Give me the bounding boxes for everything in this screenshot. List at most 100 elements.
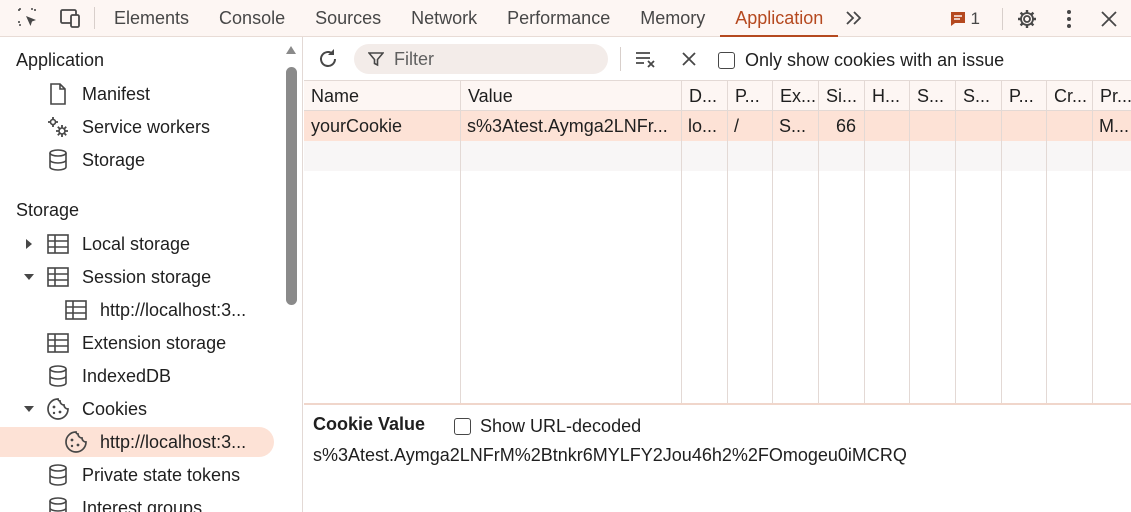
cookie-value-pane: Cookie Value Show URL-decoded s%3Atest.A… — [304, 403, 1131, 512]
database-icon — [46, 148, 70, 172]
sidebar-item-label: Local storage — [82, 233, 191, 254]
sidebar-item-private-state-tokens[interactable]: Private state tokens — [0, 460, 284, 490]
section-title-application: Application — [16, 50, 105, 70]
column-header-domain[interactable]: D... — [681, 81, 727, 111]
cell-size: 66 — [835, 116, 856, 136]
sidebar-item-cookies[interactable]: Cookies — [0, 394, 284, 424]
cell-cross-site — [1046, 111, 1092, 141]
only-issue-checkbox[interactable] — [718, 52, 735, 69]
column-divider — [864, 111, 865, 403]
settings-gear-icon[interactable] — [1015, 7, 1039, 31]
sidebar-item-label: http://localhost:3... — [100, 299, 247, 320]
sidebar-scrollbar-thumb[interactable] — [286, 67, 297, 305]
cookie-icon — [46, 397, 70, 421]
cell-expires: S... — [779, 116, 807, 136]
cell-priority: M... — [1099, 116, 1129, 136]
column-divider — [909, 111, 910, 403]
column-header-value[interactable]: Value — [460, 81, 681, 111]
sidebar-item-service-workers[interactable]: Service workers — [0, 112, 284, 142]
column-header-size[interactable]: Si... — [818, 81, 864, 111]
show-url-decoded-toggle[interactable]: Show URL-decoded — [454, 416, 641, 437]
column-header-priority[interactable]: Pr... — [1092, 81, 1131, 111]
cookies-toolbar: Only show cookies with an issue — [304, 37, 1131, 81]
issues-counter[interactable]: 1 — [948, 9, 980, 29]
tab-network[interactable]: Network — [396, 0, 492, 37]
more-options-icon[interactable] — [1057, 7, 1081, 31]
show-url-decoded-checkbox[interactable] — [454, 418, 471, 435]
section-title-storage: Storage — [16, 200, 80, 220]
sidebar-item-label: Session storage — [82, 266, 212, 287]
close-icon[interactable] — [1097, 7, 1121, 31]
toolbar-divider — [94, 7, 95, 29]
delete-cookies-x-icon[interactable] — [677, 47, 701, 71]
sidebar-item-label: Extension storage — [82, 332, 227, 353]
only-issue-filter[interactable]: Only show cookies with an issue — [718, 50, 1004, 71]
gears-icon — [46, 115, 70, 139]
tab-elements[interactable]: Elements — [99, 0, 204, 37]
cookies-panel: Only show cookies with an issue Name Val… — [304, 37, 1131, 512]
table-grid-icon — [46, 265, 70, 289]
issues-count: 1 — [970, 8, 980, 28]
toolbar-divider — [1002, 7, 1003, 30]
device-toolbar-icon[interactable] — [58, 6, 82, 30]
more-tabs-icon[interactable] — [842, 6, 866, 30]
sidebar-item-session-origin[interactable]: http://localhost:3... — [0, 295, 284, 325]
scroll-up-arrow-icon[interactable] — [285, 45, 297, 55]
tab-performance[interactable]: Performance — [492, 0, 625, 37]
column-divider — [1046, 111, 1047, 403]
column-header-samesite[interactable]: S... — [955, 81, 1001, 111]
show-url-decoded-label: Show URL-decoded — [480, 416, 642, 436]
tab-sources[interactable]: Sources — [300, 0, 396, 37]
table-row[interactable]: yourCookie s%3Atest.Aymga2LNFr... lo... … — [304, 111, 1131, 141]
cell-httponly — [864, 111, 909, 141]
column-divider — [727, 111, 728, 403]
inspect-element-icon[interactable] — [16, 6, 40, 30]
column-header-expires[interactable]: Ex... — [772, 81, 818, 111]
filter-input[interactable] — [394, 48, 594, 70]
sidebar-item-local-storage[interactable]: Local storage — [0, 229, 284, 259]
collapse-arrow-icon[interactable] — [23, 271, 35, 283]
column-header-httponly[interactable]: H... — [864, 81, 909, 111]
only-issue-label: Only show cookies with an issue — [745, 50, 1005, 70]
column-header-name[interactable]: Name — [304, 81, 460, 111]
sidebar-item-label: Interest groups — [82, 497, 203, 512]
column-header-cross-site[interactable]: Cr... — [1046, 81, 1092, 111]
sidebar-item-session-storage[interactable]: Session storage — [0, 262, 284, 292]
column-divider — [1092, 111, 1093, 403]
document-icon — [46, 82, 70, 106]
sidebar-item-manifest[interactable]: Manifest — [0, 79, 284, 109]
cell-value: s%3Atest.Aymga2LNFr... — [467, 116, 668, 136]
cell-domain: lo... — [688, 116, 718, 136]
column-divider — [818, 111, 819, 403]
cell-samesite — [955, 111, 1001, 141]
column-header-secure[interactable]: S... — [909, 81, 955, 111]
column-divider — [681, 111, 682, 403]
refresh-icon[interactable] — [316, 47, 340, 71]
sidebar-item-interest-groups[interactable]: Interest groups — [0, 493, 284, 512]
cell-partition-key — [1001, 111, 1046, 141]
cell-path: / — [734, 116, 740, 136]
filter-funnel-icon — [368, 52, 384, 67]
tab-application[interactable]: Application — [720, 0, 839, 37]
sidebar-item-label: Private state tokens — [82, 464, 241, 485]
database-icon — [46, 496, 70, 512]
expand-arrow-icon[interactable] — [23, 238, 35, 250]
sidebar-item-cookies-origin[interactable]: http://localhost:3... — [0, 427, 274, 457]
column-header-path[interactable]: P... — [727, 81, 772, 111]
database-icon — [46, 463, 70, 487]
database-icon — [46, 364, 70, 388]
clear-filtered-cookies-icon[interactable] — [634, 47, 658, 71]
sidebar-item-indexeddb[interactable]: IndexedDB — [0, 361, 284, 391]
column-header-partition-key[interactable]: P... — [1001, 81, 1046, 111]
sidebar-item-label: Service workers — [82, 116, 211, 137]
application-sidebar: Application Manifest Service workers Sto… — [0, 37, 303, 512]
tab-memory[interactable]: Memory — [625, 0, 720, 37]
toolbar-divider — [620, 47, 621, 71]
sidebar-item-extension-storage[interactable]: Extension storage — [0, 328, 284, 358]
filter-box[interactable] — [354, 44, 608, 74]
sidebar-item-storage-overview[interactable]: Storage — [0, 145, 284, 175]
tab-console[interactable]: Console — [204, 0, 300, 37]
table-header: Name Value D... P... Ex... Si... H... S.… — [304, 81, 1131, 111]
collapse-arrow-icon[interactable] — [23, 403, 35, 415]
issues-icon — [950, 11, 965, 26]
